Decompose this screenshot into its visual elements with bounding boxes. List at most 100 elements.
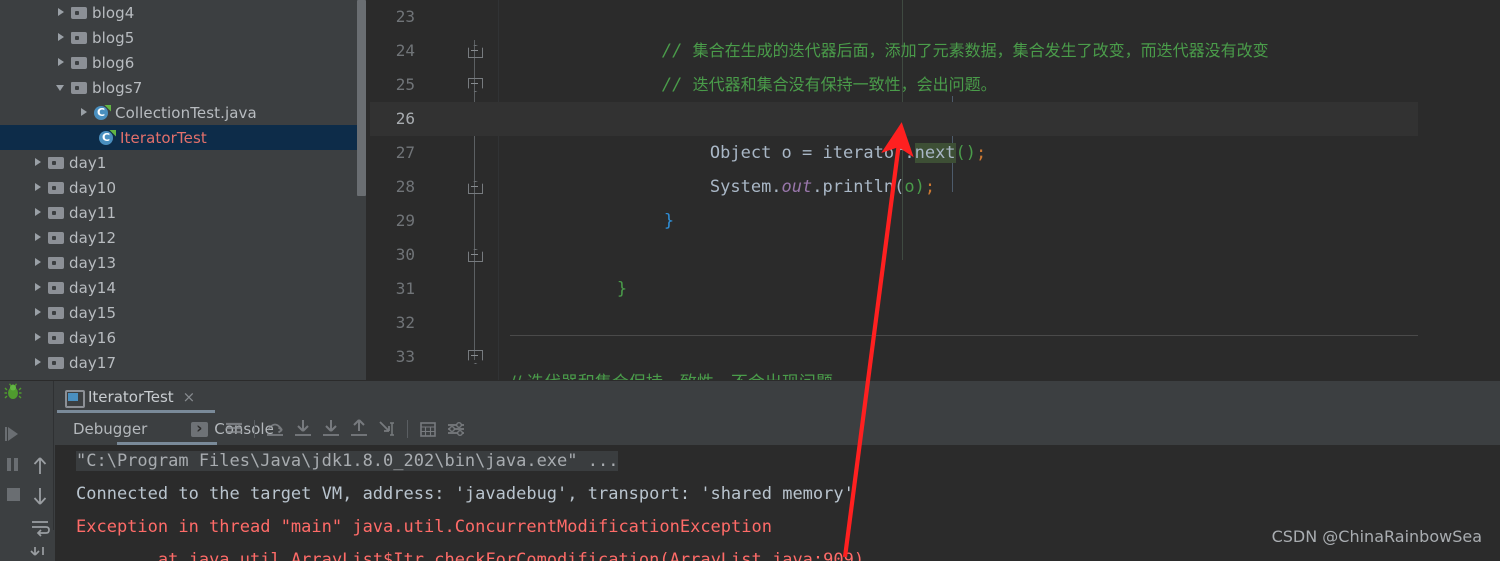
tree-item-label: day1: [69, 153, 107, 172]
console-line-info: Connected to the target VM, address: 'ja…: [76, 484, 854, 504]
close-icon[interactable]: ×: [183, 389, 196, 405]
code-line-28[interactable]: 28 }: [370, 170, 1500, 231]
code-line-30[interactable]: 30 }: [370, 238, 1500, 299]
chevron-down-icon[interactable]: [55, 81, 68, 94]
code-line-26[interactable]: 26 Object o = iterator.next();: [370, 102, 1500, 163]
code-line-24[interactable]: 24 // 迭代器和集合没有保持一致性，会出问题。: [370, 34, 1500, 95]
folder-icon: [48, 306, 64, 319]
tree-item-label: day12: [69, 228, 117, 247]
code-line-29[interactable]: 29: [370, 204, 1500, 238]
tree-item-label: day17: [69, 353, 117, 372]
tree-item-day14[interactable]: day14: [0, 275, 357, 300]
chevron-right-icon[interactable]: [55, 56, 68, 69]
run-to-cursor-icon[interactable]: [373, 413, 401, 445]
folder-icon: [48, 356, 64, 369]
force-step-into-icon[interactable]: [317, 413, 345, 445]
tab-debugger[interactable]: Debugger: [62, 413, 158, 445]
step-over-icon[interactable]: [261, 413, 289, 445]
debug-session-tab-label: IteratorTest: [88, 388, 174, 406]
tree-item-label: IteratorTest: [120, 128, 207, 147]
console-line-stacktrace-clipped: at java.util.ArrayList$Itr.checkForComod…: [76, 550, 865, 561]
chevron-right-icon[interactable]: [32, 231, 45, 244]
project-tree-scrollbar[interactable]: [357, 0, 366, 196]
folder-icon: [71, 31, 87, 44]
debug-header: Debug: IteratorTest ×: [0, 381, 1500, 413]
folder-icon: [48, 181, 64, 194]
clipped-comment-line: // 迭代器和集合保持一致性，不会出现问题: [510, 368, 833, 380]
debug-session-tab[interactable]: IteratorTest ×: [57, 381, 203, 413]
tree-item-label: blogs7: [92, 78, 143, 97]
line-number: 27: [395, 143, 415, 162]
stop-icon[interactable]: [0, 479, 28, 509]
tree-item-blog5[interactable]: blog5: [0, 25, 357, 50]
folder-icon: [71, 81, 87, 94]
settings-icon[interactable]: [442, 413, 470, 445]
console-line-command: "C:\Program Files\Java\jdk1.8.0_202\bin\…: [55, 445, 1500, 478]
chevron-right-icon[interactable]: [32, 306, 45, 319]
toolbar-separator: [254, 420, 255, 438]
tree-item-blog4[interactable]: blog4: [0, 0, 357, 25]
folder-icon: [71, 6, 87, 19]
step-into-icon[interactable]: [289, 413, 317, 445]
debug-step-toolbar: [220, 413, 470, 445]
code-editor[interactable]: 23 // 集合在生成的迭代器后面，添加了元素数据，集合发生了改变，而迭代器没有…: [370, 0, 1500, 380]
toolbar-separator: [407, 420, 408, 438]
fold-marker-icon[interactable]: [468, 179, 483, 194]
chevron-right-icon[interactable]: [32, 256, 45, 269]
line-number: 31: [395, 279, 415, 298]
tree-item-iteratortest[interactable]: IteratorTest: [0, 125, 357, 150]
folder-icon: [48, 156, 64, 169]
tree-item-collectiontest[interactable]: CollectionTest.java: [0, 100, 357, 125]
chevron-right-icon[interactable]: [78, 106, 91, 119]
line-number: 32: [395, 313, 415, 332]
tree-item-label: blog6: [92, 53, 135, 72]
chevron-right-icon[interactable]: [32, 181, 45, 194]
scroll-down-icon[interactable]: [26, 481, 54, 511]
evaluate-expression-icon[interactable]: [414, 413, 442, 445]
line-number: 29: [395, 211, 415, 230]
tree-item-day17[interactable]: day17: [0, 350, 357, 375]
fold-marker-icon[interactable]: [468, 43, 483, 58]
fold-marker-icon[interactable]: [468, 77, 483, 92]
ide-window: blog4 blog5 blog6 blogs7 CollectionTest.…: [0, 0, 1500, 561]
line-number: 23: [395, 7, 415, 26]
soft-wrap-lines-icon[interactable]: [26, 511, 54, 541]
chevron-right-icon[interactable]: [32, 281, 45, 294]
tree-item-day13[interactable]: day13: [0, 250, 357, 275]
code-line-23[interactable]: 23 // 集合在生成的迭代器后面，添加了元素数据，集合发生了改变，而迭代器没有…: [370, 0, 1500, 61]
chevron-right-icon[interactable]: [32, 206, 45, 219]
java-class-icon: [94, 104, 111, 121]
chevron-right-icon[interactable]: [32, 331, 45, 344]
tree-item-label: day10: [69, 178, 117, 197]
folder-icon: [48, 256, 64, 269]
tree-item-label: day16: [69, 328, 117, 347]
tree-item-day10[interactable]: day10: [0, 175, 357, 200]
soft-wrap-icon[interactable]: [220, 413, 248, 445]
tree-item-label: day15: [69, 303, 117, 322]
scroll-up-icon[interactable]: [26, 451, 54, 481]
code-line-31[interactable]: 31: [370, 272, 1500, 306]
tree-item-day11[interactable]: day11: [0, 200, 357, 225]
tree-item-blogs7[interactable]: blogs7: [0, 75, 357, 100]
chevron-right-icon[interactable]: [55, 6, 68, 19]
editor-right-padding: [1418, 0, 1500, 380]
code-line-25[interactable]: 25 while(iterator.hasNext()) {: [370, 68, 1500, 129]
fold-marker-icon[interactable]: [468, 247, 483, 262]
tree-item-day1[interactable]: day1: [0, 150, 357, 175]
print-icon[interactable]: [26, 541, 54, 561]
chevron-right-icon[interactable]: [32, 356, 45, 369]
debug-tool-window: Debug: IteratorTest ×: [0, 380, 1500, 561]
step-out-icon[interactable]: [345, 413, 373, 445]
tree-item-label: day11: [69, 203, 117, 222]
tree-item-blog6[interactable]: blog6: [0, 50, 357, 75]
fold-marker-icon[interactable]: [468, 349, 483, 364]
line-number: 24: [395, 41, 415, 60]
pause-program-icon[interactable]: [0, 449, 28, 479]
chevron-right-icon[interactable]: [55, 31, 68, 44]
tree-item-day15[interactable]: day15: [0, 300, 357, 325]
tree-item-label: blog4: [92, 3, 135, 22]
tree-item-day16[interactable]: day16: [0, 325, 357, 350]
chevron-right-icon[interactable]: [32, 156, 45, 169]
code-line-27[interactable]: 27 System.out.println(o);: [370, 136, 1500, 197]
tree-item-day12[interactable]: day12: [0, 225, 357, 250]
